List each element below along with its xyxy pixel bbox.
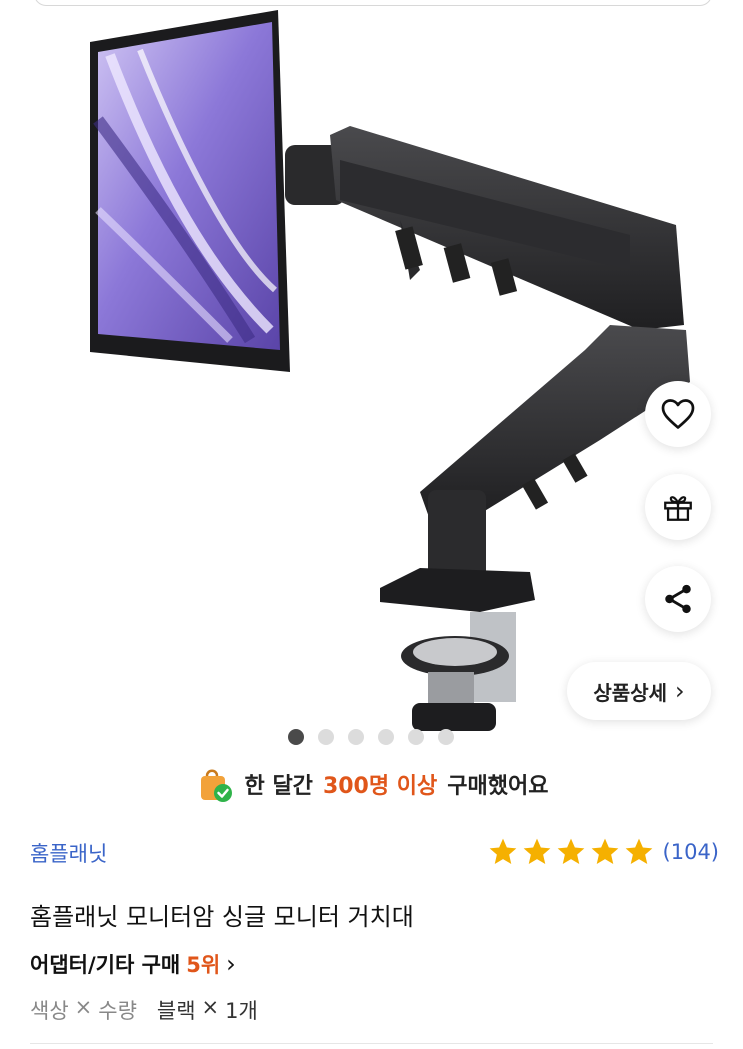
review-count[interactable]: (104)	[663, 840, 719, 864]
gift-button[interactable]	[645, 474, 711, 540]
gift-icon	[664, 496, 692, 521]
option-label-times: ×	[74, 995, 93, 1019]
carousel-indicator[interactable]	[288, 729, 454, 745]
product-detail-button[interactable]: 상품상세 ›	[567, 662, 711, 720]
option-value-times: ×	[201, 995, 220, 1019]
banner-prefix: 한 달간	[244, 774, 313, 799]
carousel-dot[interactable]	[438, 729, 454, 745]
monitor-shape	[90, 10, 290, 372]
rank-category: 어댑터/기타 구매	[30, 953, 181, 977]
star-icon	[625, 838, 652, 864]
carousel-dot[interactable]	[408, 729, 424, 745]
category-rank-link[interactable]: 어댑터/기타 구매 5위 ›	[30, 949, 236, 979]
rating[interactable]: (104)	[487, 836, 719, 868]
share-button[interactable]	[645, 566, 711, 632]
carousel-dot[interactable]	[318, 729, 334, 745]
banner-count: 300명 이상	[322, 774, 438, 799]
option-value-color: 블랙	[156, 999, 196, 1023]
carousel-dot[interactable]	[378, 729, 394, 745]
upper-arm-shape	[285, 126, 684, 330]
option-label-qty: 수량	[98, 999, 137, 1023]
chevron-right-icon: ›	[226, 950, 236, 978]
option-value-qty: 1개	[225, 999, 258, 1023]
star-icon	[523, 838, 550, 864]
purchase-count-banner: 한 달간 300명 이상 구매했어요	[0, 762, 743, 806]
clamp-shape	[380, 568, 535, 731]
divider	[30, 1043, 713, 1044]
selected-option[interactable]: 색상 × 수량 블랙 × 1개	[30, 995, 258, 1025]
option-label-color: 색상	[30, 999, 69, 1023]
carousel-dot[interactable]	[288, 729, 304, 745]
share-icon	[665, 584, 691, 614]
star-icon	[489, 838, 516, 864]
product-title: 홈플래닛 모니터암 싱글 모니터 거치대	[30, 903, 414, 931]
star-icon	[591, 838, 618, 864]
chevron-right-icon: ›	[675, 677, 685, 705]
heart-outline-icon	[661, 399, 695, 429]
product-image[interactable]	[0, 0, 743, 760]
carousel-dot[interactable]	[348, 729, 364, 745]
banner-suffix: 구매했어요	[447, 774, 549, 799]
shopping-bag-check-icon	[200, 769, 232, 802]
like-button[interactable]	[645, 381, 711, 447]
rank-position: 5위	[186, 953, 221, 977]
lower-arm-shape	[420, 325, 690, 580]
star-icon	[557, 838, 584, 864]
store-link[interactable]: 홈플래닛	[30, 838, 107, 868]
product-detail-label: 상품상세	[593, 680, 667, 705]
